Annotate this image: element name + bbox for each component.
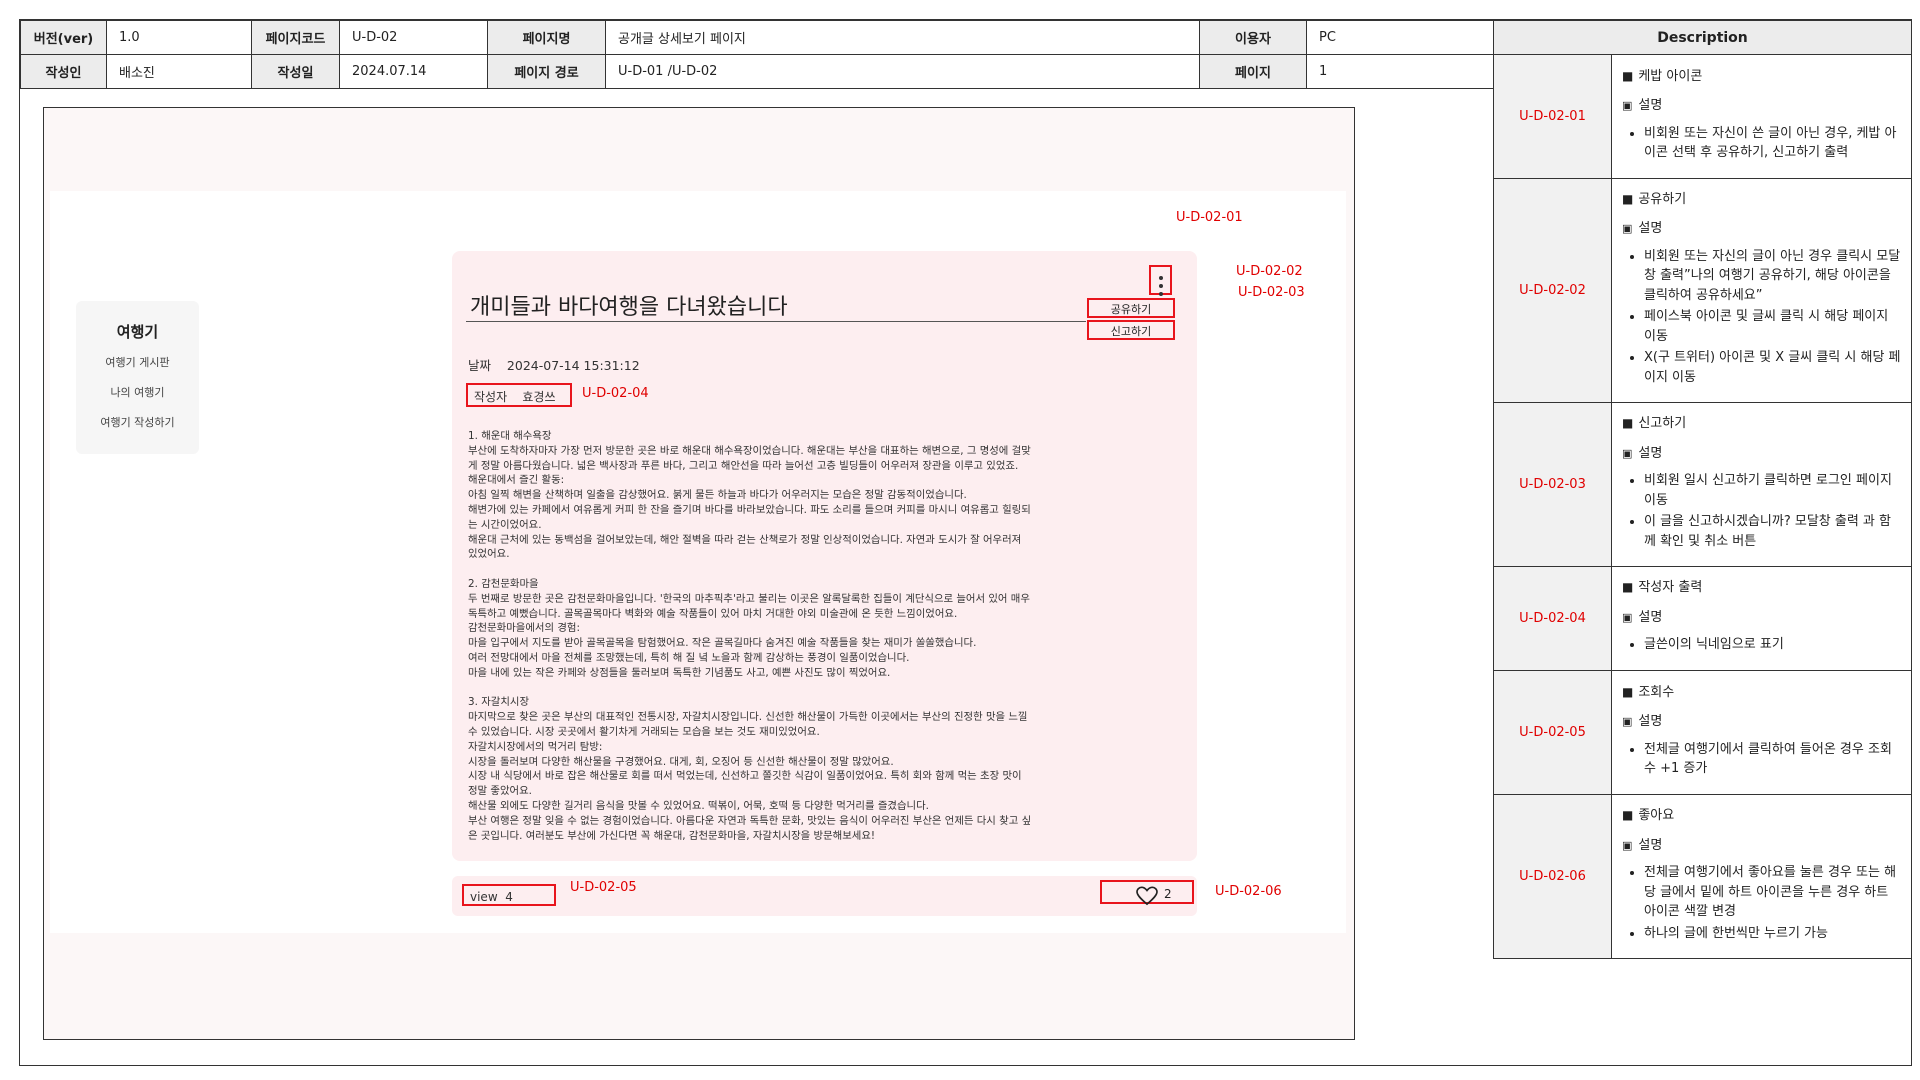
like-count: 2 — [1164, 887, 1172, 901]
description-body: 작성자 출력설명글쓴이의 닉네임으로 표기 — [1611, 566, 1912, 671]
writer-value: 효경쓰 — [522, 390, 556, 404]
description-sub-label: 설명 — [1622, 712, 1901, 732]
annotation-03: U-D-02-03 — [1238, 285, 1305, 300]
page-label: 페이지 — [1199, 54, 1307, 89]
sidebar-item-my-travel[interactable]: 나의 여행기 — [76, 384, 199, 400]
description-bullet: 비회원 일시 신고하기 클릭하면 로그인 페이지 이동 — [1644, 471, 1901, 510]
description-bullets: 전체글 여행기에서 클릭하여 들어온 경우 조회수 +1 증가 — [1622, 740, 1901, 779]
date-value: 2024-07-14 15:31:12 — [506, 358, 640, 373]
screen-mockup: 여행기 여행기 게시판 나의 여행기 여행기 작성하기 개미들과 바다여행을 다… — [43, 107, 1355, 1040]
author-label: 작성인 — [20, 54, 107, 89]
description-title: 공유하기 — [1622, 190, 1901, 210]
description-body: 공유하기설명비회원 또는 자신의 글이 아닌 경우 클릭시 모달창 출력”나의 … — [1611, 178, 1912, 403]
sidebar-item-write[interactable]: 여행기 작성하기 — [76, 414, 199, 430]
view-value: 4 — [505, 890, 513, 904]
description-id: U-D-02-05 — [1493, 670, 1612, 795]
writer-label: 작성자 — [474, 390, 508, 404]
description-id: U-D-02-03 — [1493, 402, 1612, 567]
meta-table: 버전(ver) 1.0 페이지코드 U-D-02 페이지명 공개글 상세보기 페… — [20, 20, 1494, 89]
description-id: U-D-02-04 — [1493, 566, 1612, 671]
description-bullets: 비회원 또는 자신의 글이 아닌 경우 클릭시 모달창 출력”나의 여행기 공유… — [1622, 247, 1901, 388]
description-sub-label: 설명 — [1622, 608, 1901, 628]
description-header: Description — [1493, 20, 1912, 55]
description-title: 조회수 — [1622, 683, 1901, 703]
post-footer: view 4 2 — [452, 876, 1197, 916]
description-bullet: 하나의 글에 한번씩만 누르기 가능 — [1644, 924, 1901, 944]
post-date: 날짜 2024-07-14 15:31:12 — [468, 355, 640, 374]
title-divider — [466, 321, 1086, 322]
description-sub-label: 설명 — [1622, 219, 1901, 239]
description-id: U-D-02-02 — [1493, 178, 1612, 403]
description-bullet: 전체글 여행기에서 좋아요를 눌른 경우 또는 해당 글에서 밑에 하트 아이콘… — [1644, 863, 1901, 922]
share-button[interactable]: 공유하기 — [1087, 298, 1175, 318]
description-title: 케밥 아이콘 — [1622, 67, 1901, 87]
date-label: 작성일 — [251, 54, 340, 89]
version-label: 버전(ver) — [20, 20, 107, 55]
description-bullet: 비회원 또는 자신의 글이 아닌 경우 클릭시 모달창 출력”나의 여행기 공유… — [1644, 247, 1901, 306]
description-body: 케밥 아이콘설명비회원 또는 자신이 쓴 글이 아닌 경우, 케밥 아이콘 선택… — [1611, 54, 1912, 179]
description-bullets: 전체글 여행기에서 좋아요를 눌른 경우 또는 해당 글에서 밑에 하트 아이콘… — [1622, 863, 1901, 943]
version-value: 1.0 — [106, 20, 252, 55]
description-body: 신고하기설명비회원 일시 신고하기 클릭하면 로그인 페이지 이동이 글을 신고… — [1611, 402, 1912, 567]
page-content-area: 여행기 여행기 게시판 나의 여행기 여행기 작성하기 개미들과 바다여행을 다… — [50, 191, 1346, 933]
description-bullet: 전체글 여행기에서 클릭하여 들어온 경우 조회수 +1 증가 — [1644, 740, 1901, 779]
post-card: 개미들과 바다여행을 다녀왔습니다 공유하기 신고하기 날짜 2024-07-1… — [452, 251, 1197, 861]
kebab-menu-icon[interactable] — [1149, 265, 1172, 296]
description-table: Description U-D-02-01케밥 아이콘설명비회원 또는 자신이 … — [1493, 20, 1912, 959]
description-title: 좋아요 — [1622, 806, 1901, 826]
view-label: view — [470, 890, 498, 904]
sidebar: 여행기 여행기 게시판 나의 여행기 여행기 작성하기 — [76, 301, 199, 454]
description-bullets: 비회원 또는 자신이 쓴 글이 아닌 경우, 케밥 아이콘 선택 후 공유하기,… — [1622, 124, 1901, 163]
description-bullet: 이 글을 신고하시겠습니까? 모달창 출력 과 함께 확인 및 취소 버튼 — [1644, 512, 1901, 551]
description-bullet: 글쓴이의 닉네임으로 표기 — [1644, 635, 1901, 655]
description-id: U-D-02-01 — [1493, 54, 1612, 179]
description-bullet: 페이스북 아이콘 및 글씨 클릭 시 해당 페이지 이동 — [1644, 307, 1901, 346]
page-name-label: 페이지명 — [487, 20, 606, 55]
description-sub-label: 설명 — [1622, 836, 1901, 856]
post-writer: 작성자 효경쓰 — [466, 383, 572, 407]
description-title: 작성자 출력 — [1622, 578, 1901, 598]
date-value: 2024.07.14 — [339, 54, 488, 89]
page-code-label: 페이지코드 — [251, 20, 340, 55]
path-label: 페이지 경로 — [487, 54, 606, 89]
description-sub-label: 설명 — [1622, 444, 1901, 464]
description-body: 조회수설명전체글 여행기에서 클릭하여 들어온 경우 조회수 +1 증가 — [1611, 670, 1912, 795]
description-bullet: X(구 트위터) 아이콘 및 X 글씨 클릭 시 해당 페이지 이동 — [1644, 348, 1901, 387]
path-value: U-D-01 /U-D-02 — [605, 54, 1200, 89]
description-title: 신고하기 — [1622, 414, 1901, 434]
date-label: 날짜 — [468, 358, 492, 373]
annotation-06: U-D-02-06 — [1215, 884, 1282, 899]
user-value: PC — [1306, 20, 1494, 55]
description-sub-label: 설명 — [1622, 96, 1901, 116]
annotation-04: U-D-02-04 — [582, 386, 649, 401]
description-bullets: 글쓴이의 닉네임으로 표기 — [1622, 635, 1901, 655]
annotation-01: U-D-02-01 — [1176, 210, 1243, 225]
description-bullets: 비회원 일시 신고하기 클릭하면 로그인 페이지 이동이 글을 신고하시겠습니까… — [1622, 471, 1901, 551]
description-bullet: 비회원 또는 자신이 쓴 글이 아닌 경우, 케밥 아이콘 선택 후 공유하기,… — [1644, 124, 1901, 163]
annotation-02: U-D-02-02 — [1236, 264, 1303, 279]
like-area[interactable]: 2 — [1100, 880, 1194, 906]
description-id: U-D-02-06 — [1493, 794, 1612, 959]
annotation-05: U-D-02-05 — [570, 880, 637, 895]
page-value: 1 — [1306, 54, 1494, 89]
post-title: 개미들과 바다여행을 다녀왔습니다 — [470, 295, 788, 320]
view-count: view 4 — [462, 884, 556, 906]
report-button[interactable]: 신고하기 — [1087, 320, 1175, 340]
sidebar-title: 여행기 — [116, 323, 159, 341]
description-body: 좋아요설명전체글 여행기에서 좋아요를 눌른 경우 또는 해당 글에서 밑에 하… — [1611, 794, 1912, 959]
page-name-value: 공개글 상세보기 페이지 — [605, 20, 1200, 55]
post-body: 1. 해운대 해수욕장 부산에 도착하자마자 가장 먼저 방문한 곳은 바로 해… — [468, 430, 1032, 842]
page-code-value: U-D-02 — [339, 20, 488, 55]
sidebar-item-board[interactable]: 여행기 게시판 — [76, 354, 199, 370]
user-label: 이용자 — [1199, 20, 1307, 55]
author-value: 배소진 — [106, 54, 252, 89]
heart-icon[interactable] — [1136, 886, 1158, 906]
